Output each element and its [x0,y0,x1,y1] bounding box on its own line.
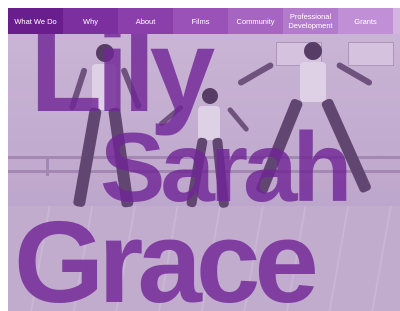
hero-name-grace: Grace [14,197,319,311]
nav-professional-development[interactable]: Professional Development [283,8,338,34]
page-frame: Lily Sarah Grace What We Do Why About Fi… [8,8,400,311]
nav-community[interactable]: Community [228,8,283,34]
nav-what-we-do[interactable]: What We Do [8,8,63,34]
nav-grants[interactable]: Grants [338,8,393,34]
nav-about[interactable]: About [118,8,173,34]
nav-why[interactable]: Why [63,8,118,34]
main-nav: What We Do Why About Films Community Pro… [8,8,400,34]
nav-more[interactable] [393,8,400,34]
nav-films[interactable]: Films [173,8,228,34]
